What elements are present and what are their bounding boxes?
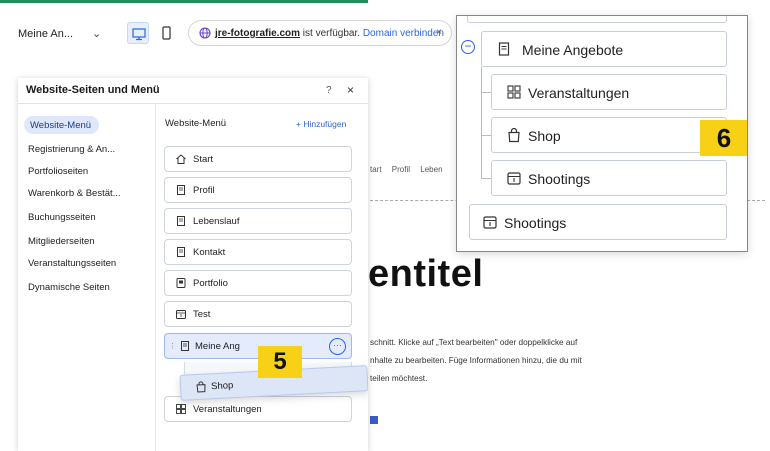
mobile-icon — [162, 26, 171, 40]
portfolio-icon — [176, 278, 186, 288]
domain-status: ist verfügbar. — [300, 28, 361, 39]
sidebar-item-members[interactable]: Mitgliederseiten — [24, 232, 99, 250]
sidebar-item-website-menu[interactable]: Website-Menü — [24, 116, 100, 134]
previous-item-edge — [467, 16, 727, 23]
help-icon[interactable]: ? — [326, 85, 332, 96]
site-nav: tart Profil Leben — [370, 165, 451, 174]
home-icon — [176, 154, 186, 164]
step-badge: 6 — [700, 120, 747, 156]
page-item-label: Profil — [193, 185, 215, 196]
site-nav-item[interactable]: Leben — [420, 165, 442, 174]
page-item-label: Lebenslauf — [193, 216, 240, 227]
site-nav-item[interactable]: Profil — [392, 165, 410, 174]
page-item-start[interactable]: Start — [164, 146, 352, 172]
site-button-edge — [370, 416, 378, 424]
panel-header: Website-Seiten und Menü ? × — [18, 78, 368, 104]
site-body-line: teilen möchtest. — [370, 374, 428, 383]
sidebar-item-registration[interactable]: Registrierung & An... — [24, 140, 119, 158]
sidebar-item-dynamic[interactable]: Dynamische Seiten — [24, 278, 114, 296]
site-body-line: schnitt. Klicke auf „Text bearbeiten" od… — [370, 338, 578, 347]
site-body-line: nhalte zu bearbeiten. Füge Informationen… — [370, 356, 582, 365]
top-accent-line — [0, 0, 368, 3]
page-item-label: Start — [193, 154, 214, 165]
page-selector[interactable]: Meine An... ⌄ — [18, 28, 101, 40]
desktop-view-button[interactable] — [127, 22, 149, 44]
inset-item-label: Meine Angebote — [522, 42, 624, 58]
page-item-test[interactable]: Test — [164, 301, 352, 327]
page-item-label: Meine Ang — [195, 341, 240, 352]
page-item-profil[interactable]: Profil — [164, 177, 352, 203]
mobile-view-button[interactable] — [155, 22, 177, 44]
collapse-icon[interactable]: − — [461, 40, 475, 54]
inset-item-veranstaltungen[interactable]: Veranstaltungen — [491, 74, 727, 110]
sidebar-item-bookings[interactable]: Buchungsseiten — [24, 208, 100, 226]
close-icon[interactable]: × — [436, 27, 442, 38]
site-headline: entitel — [368, 253, 484, 295]
calendar-icon — [176, 310, 186, 319]
site-nav-item[interactable]: tart — [370, 165, 382, 174]
more-options-icon[interactable]: ··· — [329, 338, 346, 355]
page-icon — [498, 42, 510, 56]
add-page-button[interactable]: + Hinzufügen — [296, 119, 346, 129]
shopping-bag-icon — [508, 127, 520, 143]
page-icon — [177, 247, 185, 257]
inset-item-meine-angebote[interactable]: Meine Angebote — [481, 31, 727, 67]
page-icon — [181, 341, 189, 351]
inset-item-label: Shootings — [504, 215, 567, 231]
tree-line — [481, 92, 491, 93]
zoom-inset: − Meine Angebote Veranstaltungen Shop Sh… — [456, 15, 748, 252]
tree-line — [481, 178, 491, 179]
tree-line — [481, 135, 491, 136]
page-item-label: Shop — [210, 380, 234, 393]
domain-name[interactable]: jre-fotografie.com — [215, 28, 300, 39]
shopping-bag-icon — [196, 381, 206, 393]
page-item-label: Veranstaltungen — [193, 404, 262, 415]
page-icon — [177, 216, 185, 226]
domain-bar: jre-fotografie.com ist verfügbar. Domain… — [188, 20, 452, 46]
page-item-lebenslauf[interactable]: Lebenslauf — [164, 208, 352, 234]
drag-handle-icon[interactable]: ⋮ — [169, 342, 176, 350]
desktop-icon — [132, 28, 146, 41]
events-icon — [507, 85, 521, 99]
close-icon[interactable]: × — [347, 83, 354, 97]
page-item-portfolio[interactable]: Portfolio — [164, 270, 352, 296]
inset-item-shootings-child[interactable]: Shootings — [491, 160, 727, 196]
globe-icon — [199, 27, 211, 39]
page-item-label: Kontakt — [193, 247, 226, 258]
calendar-icon — [507, 172, 521, 185]
tree-line — [481, 67, 482, 178]
sidebar-item-events[interactable]: Veranstaltungsseiten — [24, 254, 120, 272]
inset-item-label: Shop — [528, 128, 561, 144]
page-icon — [177, 185, 185, 195]
sidebar-item-cart[interactable]: Warenkorb & Bestät... — [24, 184, 125, 202]
page-item-kontakt[interactable]: Kontakt — [164, 239, 352, 265]
events-icon — [176, 404, 186, 414]
inset-item-label: Veranstaltungen — [528, 85, 630, 101]
inset-item-shop[interactable]: Shop — [491, 117, 727, 153]
inset-item-shootings[interactable]: Shootings — [469, 204, 727, 240]
chevron-down-icon: ⌄ — [92, 28, 102, 40]
page-item-label: Test — [193, 309, 211, 320]
step-badge: 5 — [258, 346, 302, 378]
menu-header: Website-Menü — [165, 118, 227, 129]
page-selector-label: Meine An... — [18, 28, 74, 40]
panel-title: Website-Seiten und Menü — [26, 84, 160, 96]
inset-item-label: Shootings — [528, 171, 591, 187]
pages-panel: Website-Seiten und Menü ? × Website-Menü… — [18, 78, 368, 451]
page-item-label: Portfolio — [193, 278, 228, 289]
panel-sidebar: Website-Menü Registrierung & An... Portf… — [18, 104, 156, 451]
connect-domain-link[interactable]: Domain verbinden — [363, 28, 444, 39]
sidebar-item-portfolio[interactable]: Portfolioseiten — [24, 162, 92, 180]
calendar-icon — [483, 216, 497, 229]
